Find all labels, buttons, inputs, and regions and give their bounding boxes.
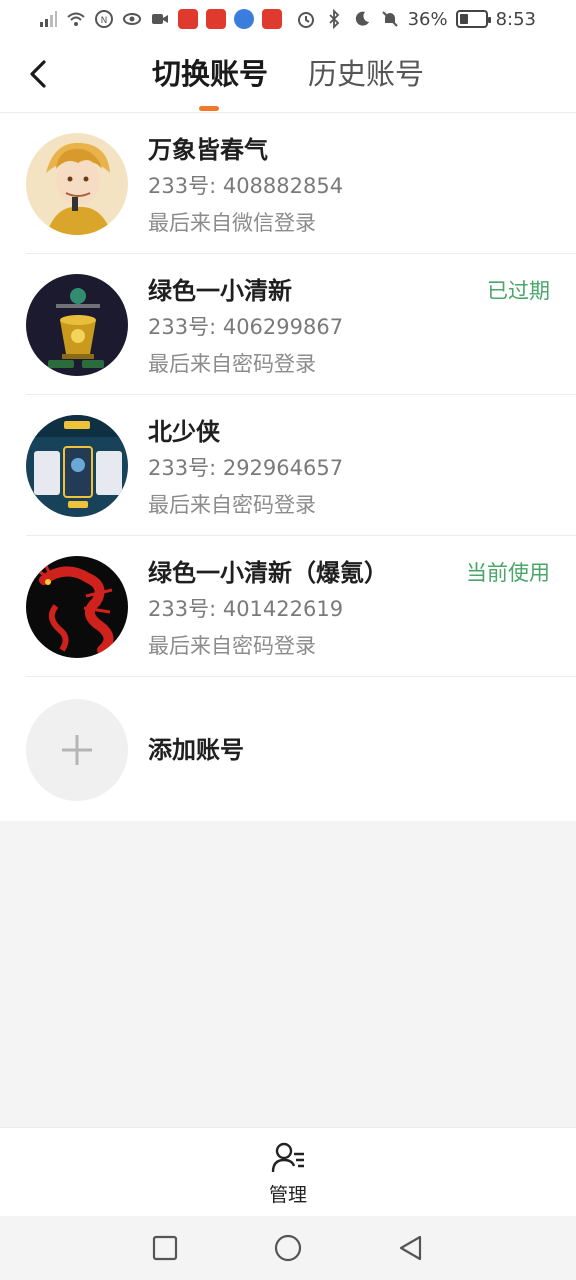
avatar (26, 415, 128, 517)
account-id: 233号: 401422619 (148, 597, 344, 621)
account-row[interactable]: 北少侠 233号: 292964657 最后来自密码登录 (0, 395, 576, 536)
tab-history-account[interactable]: 历史账号 (308, 54, 424, 94)
battery-icon (455, 10, 491, 28)
battery-level (459, 14, 469, 24)
divider (26, 676, 576, 677)
signal-icon (38, 9, 58, 29)
video-icon (150, 9, 170, 29)
user-list-icon (271, 1142, 304, 1173)
account-login-method: 最后来自微信登录 (148, 211, 316, 235)
header: 切换账号 历史账号 (0, 38, 576, 113)
bottom-action-bar: 管理 (0, 1127, 576, 1216)
browser-notification-icon (234, 9, 254, 29)
status-left-icons: N (38, 9, 282, 29)
account-id: 233号: 292964657 (148, 456, 344, 480)
alarm-icon (296, 9, 316, 29)
chevron-left-icon (30, 60, 46, 88)
account-login-method: 最后来自密码登录 (148, 493, 316, 517)
account-login-method: 最后来自密码登录 (148, 352, 316, 376)
weibo-notification-icon (178, 9, 198, 29)
plus-icon (62, 735, 92, 765)
account-name: 北少侠 (148, 418, 220, 446)
avatar (26, 274, 128, 376)
status-bar: N 36% 8:53 (0, 0, 576, 38)
account-row[interactable]: 绿色一小清新 233号: 406299867 最后来自密码登录 已过期 (0, 254, 576, 395)
back-nav-button[interactable] (397, 1234, 425, 1262)
add-account-label: 添加账号 (148, 736, 244, 764)
account-id: 233号: 408882854 (148, 174, 344, 198)
bluetooth-icon (324, 9, 344, 29)
triangle-back-icon (399, 1235, 422, 1261)
account-name: 绿色一小清新（爆氪） (148, 559, 388, 587)
square-icon (152, 1235, 178, 1261)
svg-text:N: N (101, 16, 108, 26)
clock: 8:53 (495, 8, 536, 30)
add-account-button[interactable]: 添加账号 (0, 679, 576, 821)
account-id: 233号: 406299867 (148, 315, 344, 339)
data-saver-icon: N (94, 9, 114, 29)
battery-percent: 36% (407, 8, 448, 30)
recent-apps-button[interactable] (151, 1234, 179, 1262)
manage-label: 管理 (268, 1184, 307, 1206)
account-status-badge: 已过期 (487, 279, 550, 303)
mute-bell-icon (380, 9, 400, 29)
account-login-method: 最后来自密码登录 (148, 634, 316, 658)
system-navigation-bar (0, 1216, 576, 1280)
weibo-notification-icon-3 (262, 9, 282, 29)
account-list: 万象皆春气 233号: 408882854 最后来自微信登录 绿色一小清新 23… (0, 113, 576, 821)
avatar (26, 133, 128, 235)
manage-button[interactable]: 管理 (248, 1140, 328, 1208)
weibo-notification-icon-2 (206, 9, 226, 29)
wifi-icon (66, 9, 86, 29)
status-right-icons: 36% 8:53 (296, 9, 536, 30)
tab-switch-account[interactable]: 切换账号 (152, 54, 268, 94)
do-not-disturb-moon-icon (352, 9, 372, 29)
account-name: 绿色一小清新 (148, 277, 292, 305)
account-row[interactable]: 万象皆春气 233号: 408882854 最后来自微信登录 (0, 113, 576, 254)
active-tab-indicator (199, 106, 219, 111)
home-button[interactable] (274, 1234, 302, 1262)
account-name: 万象皆春气 (148, 136, 268, 164)
circle-icon (274, 1234, 302, 1262)
eye-icon (122, 9, 142, 29)
account-row[interactable]: 绿色一小清新（爆氪） 233号: 401422619 最后来自密码登录 当前使用 (0, 536, 576, 677)
avatar (26, 556, 128, 658)
account-status-badge: 当前使用 (466, 561, 550, 585)
back-button[interactable] (22, 56, 54, 92)
add-avatar-placeholder (26, 699, 128, 801)
